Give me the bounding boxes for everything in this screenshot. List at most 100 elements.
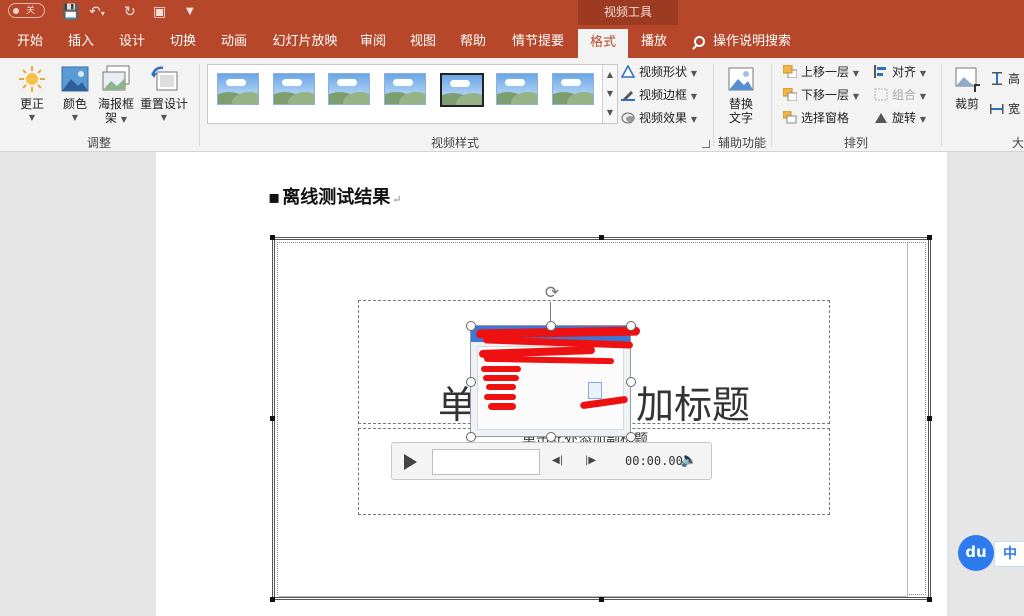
video-style-thumb[interactable] — [552, 73, 594, 105]
tab-help[interactable]: 帮助 — [451, 25, 495, 58]
resize-handle[interactable] — [270, 416, 275, 421]
video-effects-button[interactable]: 视频效果 ▼ — [621, 109, 697, 129]
reset-design-button[interactable]: 重置设计 ▼ — [138, 64, 190, 125]
resize-handle[interactable] — [927, 235, 932, 240]
file-icon — [588, 382, 602, 399]
resize-handle[interactable] — [599, 597, 604, 602]
undo-icon[interactable]: ↶▾ — [89, 3, 105, 23]
color-button[interactable]: 颜色 ▼ — [58, 64, 92, 125]
tell-me-label: 操作说明搜索 — [713, 34, 792, 49]
gallery-down-icon[interactable]: ▼ — [603, 84, 617, 103]
play-icon[interactable] — [404, 454, 417, 470]
selection-handle[interactable] — [546, 432, 556, 442]
video-style-thumb[interactable] — [273, 73, 315, 105]
video-styles-gallery[interactable]: ▲ ▼ ▼ — [207, 64, 618, 124]
corrections-button[interactable]: 更正 ▼ — [14, 64, 50, 125]
crop-label: 裁剪 — [954, 97, 979, 111]
ime-badge[interactable]: du — [958, 535, 994, 571]
tab-format[interactable]: 格式 — [578, 29, 628, 58]
selection-handle[interactable] — [626, 321, 636, 331]
gallery-scroll[interactable]: ▲ ▼ ▼ — [602, 65, 617, 123]
crop-button[interactable]: 裁剪 — [950, 64, 984, 111]
video-border-icon — [621, 88, 635, 101]
selection-handle[interactable] — [626, 432, 636, 442]
ime-mode[interactable]: 中 — [994, 541, 1024, 567]
tab-slideshow[interactable]: 幻灯片放映 — [264, 25, 346, 58]
align-label: 对齐 — [892, 65, 917, 79]
document-heading[interactable]: ▪ 离线测试结果 ↵ — [268, 183, 401, 209]
resize-handle[interactable] — [927, 416, 932, 421]
tab-storyboard[interactable]: 情节提要 — [504, 25, 572, 58]
width-field[interactable]: 宽 — [990, 100, 1020, 118]
video-style-thumb[interactable] — [217, 73, 259, 105]
autosave-toggle[interactable]: 关 — [8, 3, 45, 18]
color-label: 颜色 — [62, 97, 87, 111]
height-field[interactable]: 高 — [990, 70, 1020, 88]
rotate-label: 旋转 — [892, 111, 917, 125]
redo-icon[interactable]: ↻ — [124, 3, 136, 21]
video-effects-label: 视频效果 — [639, 111, 688, 125]
from-start-icon[interactable]: ▣ — [153, 3, 166, 21]
bring-forward-button[interactable]: 上移一层 ▼ — [782, 63, 859, 83]
video-shape-icon — [620, 64, 636, 78]
customize-qat-icon[interactable]: ▼ — [186, 3, 194, 21]
video-shape-button[interactable]: 视频形状 ▼ — [620, 63, 697, 83]
step-forward-icon[interactable]: |▶ — [585, 455, 601, 467]
video-styles-group-label: 视频样式 — [430, 136, 479, 150]
selection-handle[interactable] — [466, 377, 476, 387]
gallery-up-icon[interactable]: ▲ — [603, 65, 617, 84]
adjust-group-label: 调整 — [86, 136, 111, 150]
seek-track[interactable] — [432, 449, 540, 475]
selection-handle[interactable] — [546, 321, 556, 331]
group-button[interactable]: 组合 ▼ — [874, 86, 926, 106]
color-picture-icon — [60, 64, 90, 94]
height-label: 高 — [1008, 72, 1021, 86]
poster-frame-button[interactable]: 海报框 架 ▼ — [96, 64, 136, 127]
tab-insert[interactable]: 插入 — [59, 25, 103, 58]
tab-animations[interactable]: 动画 — [212, 25, 256, 58]
video-style-thumb[interactable] — [496, 73, 538, 105]
poster-frame-icon — [101, 64, 131, 94]
send-backward-button[interactable]: 下移一层 ▼ — [782, 86, 859, 106]
tab-review[interactable]: 审阅 — [351, 25, 395, 58]
resize-handle[interactable] — [599, 235, 604, 240]
tab-home[interactable]: 开始 — [8, 25, 52, 58]
context-tab-group-label: 视频工具 — [603, 5, 652, 19]
tab-transitions[interactable]: 切换 — [161, 25, 205, 58]
arrange-group-label: 排列 — [843, 136, 868, 150]
tab-design[interactable]: 设计 — [110, 25, 154, 58]
selection-handle[interactable] — [466, 432, 476, 442]
resize-handle[interactable] — [270, 597, 275, 602]
tell-me-search[interactable]: 操作说明搜索 — [694, 25, 791, 58]
selection-pane-button[interactable]: 选择窗格 — [782, 109, 849, 127]
autosave-label: 关 — [26, 6, 36, 16]
video-shape-label: 视频形状 — [639, 65, 688, 79]
redaction-mark — [488, 403, 516, 410]
dialog-launcher-icon[interactable] — [702, 140, 710, 148]
video-border-button[interactable]: 视频边框 ▼ — [621, 86, 697, 106]
rotate-button[interactable]: 旋转 ▼ — [874, 109, 926, 129]
video-style-thumb-selected[interactable] — [440, 73, 484, 107]
gallery-more-icon[interactable]: ▼ — [603, 103, 617, 122]
group-icon — [874, 88, 888, 101]
alt-text-button[interactable]: 替换 文字 — [723, 64, 759, 125]
align-button[interactable]: 对齐 ▼ — [874, 63, 926, 83]
video-style-thumb[interactable] — [384, 73, 426, 105]
step-back-icon[interactable]: ◀| — [552, 455, 568, 467]
redaction-mark — [484, 394, 516, 400]
send-backward-icon — [782, 87, 798, 102]
volume-icon[interactable]: 🔈 — [680, 452, 700, 470]
playback-time: 00:00.00 — [625, 454, 683, 468]
selection-handle[interactable] — [466, 321, 476, 331]
rotate-handle-icon[interactable]: ⟳ — [541, 283, 563, 303]
selection-handle[interactable] — [626, 377, 636, 387]
tab-view[interactable]: 视图 — [401, 25, 445, 58]
width-label: 宽 — [1008, 102, 1021, 116]
save-icon[interactable]: 💾 — [62, 3, 79, 21]
resize-handle[interactable] — [270, 235, 275, 240]
resize-handle[interactable] — [927, 597, 932, 602]
sun-icon — [17, 64, 47, 94]
paragraph-mark-icon: ↵ — [392, 193, 402, 206]
tab-playback[interactable]: 播放 — [632, 25, 676, 58]
video-style-thumb[interactable] — [328, 73, 370, 105]
